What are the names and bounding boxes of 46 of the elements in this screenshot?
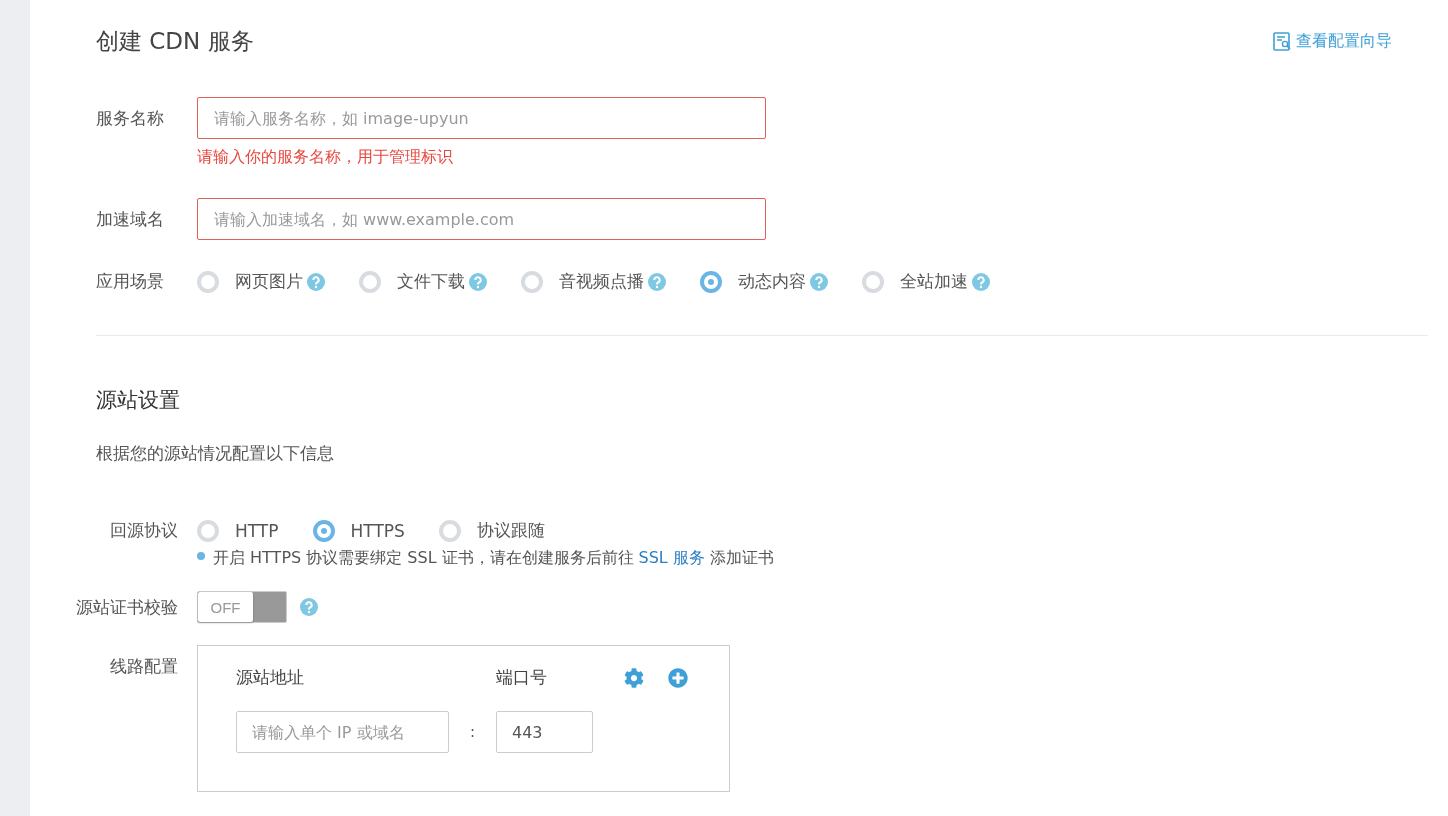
radio-button[interactable] xyxy=(438,519,461,542)
radio-option[interactable]: 全站加速 xyxy=(862,270,990,293)
add-icon[interactable] xyxy=(668,667,688,688)
radio-option[interactable]: 协议跟随 xyxy=(438,519,545,542)
field-label: 服务名称 xyxy=(96,107,165,130)
https-note: 开启 HTTPS 协议需要绑定 SSL 证书，请在创建服务后前往 SSL 服务 添加证书 xyxy=(213,548,774,569)
section-description: 根据您的源站情况配置以下信息 xyxy=(96,442,335,465)
radio-button[interactable] xyxy=(359,270,381,293)
field-label: 应用场景 xyxy=(96,270,165,293)
radio-button[interactable] xyxy=(862,270,884,293)
help-icon[interactable] xyxy=(810,272,828,291)
radio-option[interactable]: 音视频点播 xyxy=(521,270,666,293)
toggle-text: OFF xyxy=(198,592,253,622)
address-input[interactable]: 请输入单个 IP 或域名 xyxy=(236,711,449,753)
help-icon[interactable] xyxy=(307,272,325,291)
help-icon[interactable] xyxy=(300,598,318,616)
text-input[interactable]: 请输入加速域名，如 www.example.com xyxy=(197,198,766,240)
bullet-icon xyxy=(197,551,205,560)
field-label: 线路配置 xyxy=(109,655,178,678)
page-title: 创建 CDN 服务 xyxy=(96,27,254,56)
radio-option[interactable]: HTTP xyxy=(197,519,279,542)
text-input[interactable]: 请输入服务名称，如 image-upyun xyxy=(197,97,766,139)
help-icon[interactable] xyxy=(972,272,990,291)
radio-button[interactable] xyxy=(700,270,722,293)
help-icon[interactable] xyxy=(469,272,487,291)
radio-button[interactable] xyxy=(521,270,543,293)
field-label: 回源协议 xyxy=(109,519,178,542)
separator-text: : xyxy=(468,723,477,741)
port-input[interactable]: 443 xyxy=(496,711,593,753)
ssl-service-link[interactable]: SSL 服务 xyxy=(638,548,705,569)
radio-option[interactable]: 文件下载 xyxy=(359,270,487,293)
radio-button[interactable] xyxy=(197,270,219,293)
radio-option[interactable]: HTTPS xyxy=(312,519,405,542)
section-title: 源站设置 xyxy=(96,387,181,414)
field-label: 源站证书校验 xyxy=(75,595,178,619)
settings-icon[interactable] xyxy=(624,667,644,688)
error-message: 请输入你的服务名称，用于管理标识 xyxy=(197,147,454,168)
column-header: 端口号 xyxy=(496,666,548,689)
column-header: 源站地址 xyxy=(236,666,305,689)
guide-icon xyxy=(1273,32,1292,51)
radio-option[interactable]: 动态内容 xyxy=(700,270,828,293)
help-icon[interactable] xyxy=(648,272,666,291)
radio-option[interactable]: 网页图片 xyxy=(197,270,325,293)
radio-button[interactable] xyxy=(197,519,219,542)
radio-button[interactable] xyxy=(312,519,335,542)
field-label: 加速域名 xyxy=(96,208,165,231)
